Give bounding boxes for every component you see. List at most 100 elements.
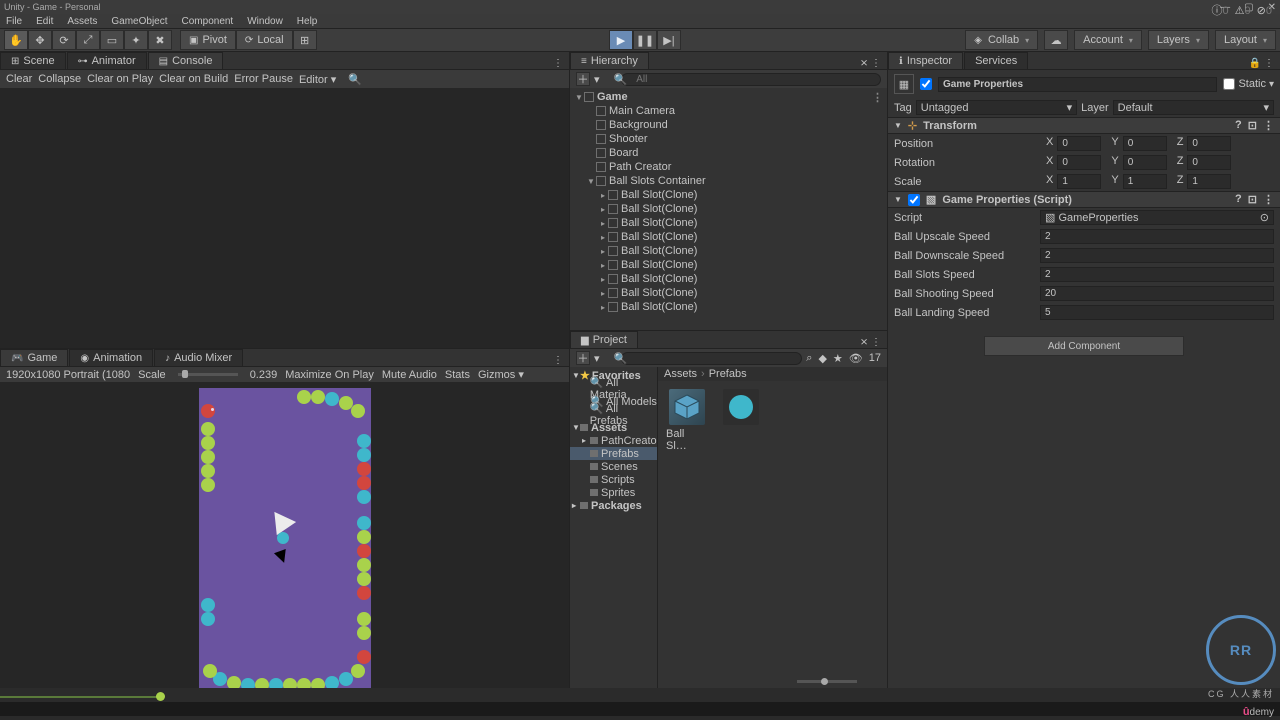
- script-field-input[interactable]: [1040, 248, 1274, 263]
- stats[interactable]: Stats: [445, 369, 470, 381]
- menu-gameobject[interactable]: GameObject: [111, 16, 167, 27]
- static-dropdown[interactable]: Static ▾: [1223, 78, 1274, 90]
- hierarchy-item[interactable]: ▸Ball Slot(Clone): [570, 272, 887, 286]
- create-dropdown-icon[interactable]: ＋: [576, 72, 590, 86]
- asset-ball-slot[interactable]: Ball Sl…: [666, 389, 708, 452]
- maximize-on-play[interactable]: Maximize On Play: [285, 369, 374, 381]
- pivot-toggle[interactable]: ▣ Pivot: [180, 30, 236, 50]
- gizmos-dropdown[interactable]: Gizmos ▾: [478, 368, 524, 381]
- script-field-input[interactable]: [1040, 286, 1274, 301]
- project-tree-item[interactable]: ▸Packages: [570, 499, 657, 512]
- console-clearplay[interactable]: Clear on Play: [87, 73, 153, 85]
- menu-icon[interactable]: ⋮: [1263, 119, 1274, 132]
- asset-ball[interactable]: Ball: [720, 389, 762, 401]
- tab-hierarchy[interactable]: ≡ Hierarchy: [570, 52, 649, 69]
- breadcrumb-prefabs[interactable]: Prefabs: [709, 368, 747, 380]
- help-icon[interactable]: ?: [1235, 193, 1242, 206]
- hierarchy-tab-menu-icon[interactable]: ⨯ ⋮: [854, 58, 887, 69]
- hierarchy-item[interactable]: ▼Game⋮: [570, 90, 887, 104]
- scl-z[interactable]: [1187, 174, 1231, 189]
- active-checkbox[interactable]: [920, 78, 932, 90]
- error-count-icon[interactable]: ⊘0: [1257, 4, 1272, 17]
- menu-help[interactable]: Help: [297, 16, 318, 27]
- timeline-bar[interactable]: [0, 688, 1280, 702]
- rot-x[interactable]: [1057, 155, 1101, 170]
- warn-count-icon[interactable]: ⚠0: [1235, 4, 1251, 17]
- resolution-dropdown[interactable]: 1920x1080 Portrait (1080: [6, 369, 130, 381]
- gameobject-icon[interactable]: ▦: [894, 74, 914, 94]
- console-clearbuild[interactable]: Clear on Build: [159, 73, 228, 85]
- pos-x[interactable]: [1057, 136, 1101, 151]
- hierarchy-item[interactable]: Background: [570, 118, 887, 132]
- custom-tool-icon[interactable]: ✖: [148, 30, 172, 50]
- rotate-tool-icon[interactable]: ⟳: [52, 30, 76, 50]
- script-field-input[interactable]: [1040, 305, 1274, 320]
- tab-services[interactable]: Services: [964, 52, 1028, 69]
- script-header[interactable]: ▼ ▧ Game Properties (Script) ?⊡⋮: [888, 191, 1280, 208]
- menu-assets[interactable]: Assets: [67, 16, 97, 27]
- project-search-input[interactable]: [621, 352, 802, 365]
- project-create-icon[interactable]: ＋: [576, 351, 590, 365]
- step-button[interactable]: ▶|: [657, 30, 681, 50]
- preset-icon[interactable]: ⊡: [1248, 193, 1257, 206]
- play-button[interactable]: ▶: [609, 30, 633, 50]
- console-clear[interactable]: Clear: [6, 73, 32, 85]
- hierarchy-item[interactable]: Path Creator: [570, 160, 887, 174]
- filter-icon[interactable]: ⌕: [806, 352, 812, 365]
- project-tree-item[interactable]: 🔍 All Prefabs: [570, 408, 657, 421]
- scale-tool-icon[interactable]: ⤢: [76, 30, 100, 50]
- icon-size-slider[interactable]: [797, 680, 857, 683]
- label-icon[interactable]: ◆: [818, 352, 826, 365]
- rect-tool-icon[interactable]: ▭: [100, 30, 124, 50]
- layer-dropdown[interactable]: Default▾: [1113, 100, 1274, 115]
- preset-icon[interactable]: ⊡: [1248, 119, 1257, 132]
- hierarchy-item[interactable]: ▸Ball Slot(Clone): [570, 244, 887, 258]
- console-collapse[interactable]: Collapse: [38, 73, 81, 85]
- project-tree-item[interactable]: Sprites: [570, 486, 657, 499]
- layers-dropdown[interactable]: Layers: [1148, 30, 1209, 50]
- project-tree-item[interactable]: Prefabs: [570, 447, 657, 460]
- tag-dropdown[interactable]: Untagged▾: [916, 100, 1077, 115]
- tab-inspector[interactable]: ℹ Inspector: [888, 52, 963, 69]
- hierarchy-item[interactable]: ▸Ball Slot(Clone): [570, 202, 887, 216]
- project-tree-item[interactable]: ▸PathCreato: [570, 434, 657, 447]
- pos-z[interactable]: [1187, 136, 1231, 151]
- console-editor[interactable]: Editor ▾: [299, 73, 336, 86]
- object-name-input[interactable]: [938, 77, 1217, 92]
- menu-component[interactable]: Component: [182, 16, 234, 27]
- menu-icon[interactable]: ⋮: [1263, 193, 1274, 206]
- rot-y[interactable]: [1123, 155, 1167, 170]
- search-icon[interactable]: 🔍: [348, 73, 362, 86]
- script-enabled[interactable]: [908, 194, 920, 206]
- info-count-icon[interactable]: ⓘ0: [1212, 2, 1229, 18]
- pos-y[interactable]: [1123, 136, 1167, 151]
- hand-tool-icon[interactable]: ✋: [4, 30, 28, 50]
- tab-audio[interactable]: ♪ Audio Mixer: [154, 349, 243, 366]
- hierarchy-item[interactable]: Main Camera: [570, 104, 887, 118]
- scl-x[interactable]: [1057, 174, 1101, 189]
- collab-dropdown[interactable]: ◈ Collab: [965, 30, 1038, 50]
- console-errorpause[interactable]: Error Pause: [234, 73, 293, 85]
- cloud-icon[interactable]: ☁: [1044, 30, 1068, 50]
- project-tree-item[interactable]: 🔍 All Materia: [570, 382, 657, 395]
- mute-audio[interactable]: Mute Audio: [382, 369, 437, 381]
- menu-file[interactable]: File: [6, 16, 22, 27]
- scale-slider[interactable]: [178, 373, 238, 376]
- hierarchy-item[interactable]: ▸Ball Slot(Clone): [570, 300, 887, 314]
- tab-console[interactable]: ▤ Console: [148, 52, 224, 69]
- script-field-input[interactable]: [1040, 229, 1274, 244]
- script-field-input[interactable]: [1040, 267, 1274, 282]
- favorite-icon[interactable]: ★: [833, 352, 843, 365]
- scene-tab-menu-icon[interactable]: ⋮: [547, 58, 569, 69]
- hierarchy-item[interactable]: ▸Ball Slot(Clone): [570, 286, 887, 300]
- menu-window[interactable]: Window: [247, 16, 283, 27]
- project-tree-item[interactable]: Scripts: [570, 473, 657, 486]
- transform-tool-icon[interactable]: ✦: [124, 30, 148, 50]
- pause-button[interactable]: ❚❚: [633, 30, 657, 50]
- menu-edit[interactable]: Edit: [36, 16, 53, 27]
- tab-animation[interactable]: ◉ Animation: [69, 349, 153, 366]
- rot-z[interactable]: [1187, 155, 1231, 170]
- hidden-icon[interactable]: 👁: [849, 352, 863, 365]
- tab-project[interactable]: ▆ Project: [570, 331, 638, 348]
- hierarchy-item[interactable]: ▸Ball Slot(Clone): [570, 188, 887, 202]
